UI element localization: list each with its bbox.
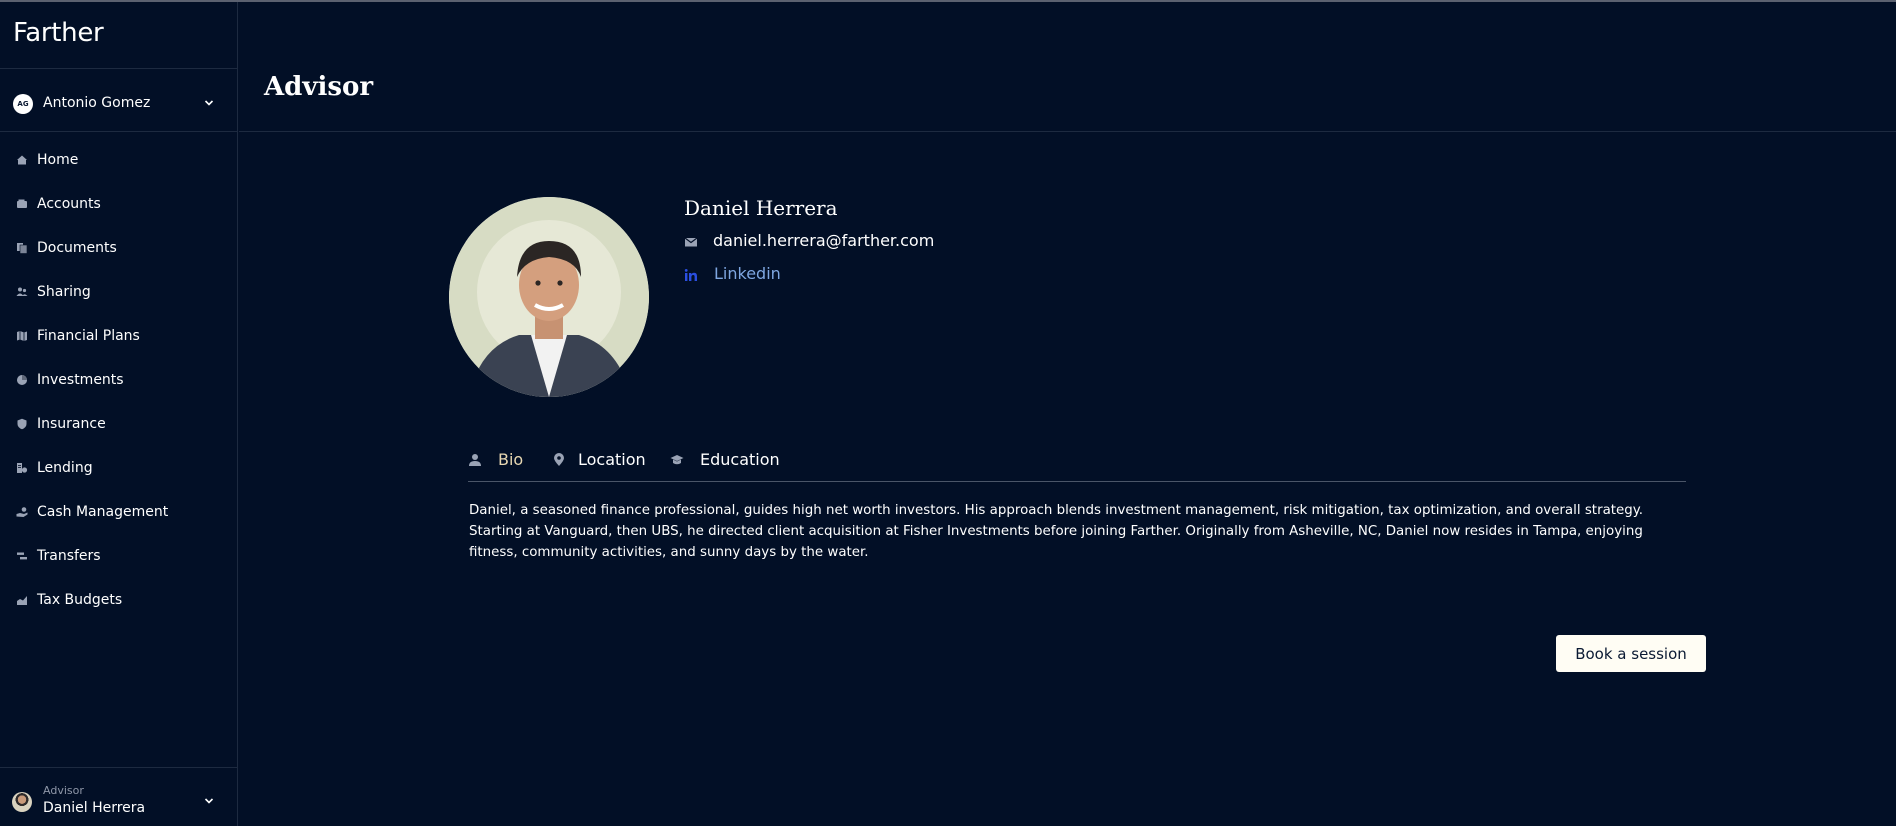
book-session-button[interactable]: Book a session [1556, 635, 1706, 672]
people-icon [16, 287, 28, 296]
sidebar-item-label: Financial Plans [37, 328, 140, 344]
linkedin-link[interactable]: Linkedin [714, 264, 781, 283]
brand-logo[interactable]: Farther [13, 18, 104, 48]
advisor-portrait-image [449, 197, 649, 397]
sidebar: Farther AG Antonio Gomez Home Accounts D… [0, 2, 238, 826]
home-icon [17, 155, 27, 165]
person-icon [469, 454, 481, 466]
sidebar-item-home[interactable]: Home [0, 144, 238, 188]
user-name: Antonio Gomez [43, 95, 151, 111]
user-avatar: AG [13, 94, 33, 114]
sidebar-item-documents[interactable]: Documents [0, 232, 238, 276]
sidebar-item-accounts[interactable]: Accounts [0, 188, 238, 232]
tab-bio-label: Bio [498, 450, 524, 469]
sidebar-item-label: Home [37, 152, 79, 168]
advisor-bio: Daniel, a seasoned finance professional,… [469, 503, 1644, 560]
sidebar-item-label: Investments [37, 372, 124, 388]
graduation-cap-icon [670, 455, 684, 465]
sidebar-nav: Home Accounts Documents Sharing Financia… [0, 144, 238, 628]
hand-cash-icon [16, 507, 28, 517]
sidebar-divider [0, 131, 238, 132]
tab-education[interactable]: Education [670, 450, 790, 478]
header-divider [239, 131, 1896, 132]
sidebar-item-label: Sharing [37, 284, 91, 300]
sidebar-item-transfers[interactable]: Transfers [0, 540, 238, 584]
sidebar-item-investments[interactable]: Investments [0, 364, 238, 408]
advisor-email[interactable]: daniel.herrera@farther.com [713, 231, 934, 250]
sidebar-divider [0, 767, 238, 768]
sidebar-item-label: Documents [37, 240, 117, 256]
sidebar-item-label: Accounts [37, 196, 101, 212]
sidebar-item-label: Lending [37, 460, 93, 476]
advisor-switcher[interactable]: Advisor Daniel Herrera [0, 780, 238, 824]
advisor-avatar [12, 792, 32, 812]
map-icon [17, 331, 27, 341]
sidebar-item-tax-budgets[interactable]: Tax Budgets [0, 584, 238, 628]
tabs-divider [468, 481, 1686, 482]
user-switcher[interactable]: AG Antonio Gomez [0, 88, 238, 118]
tab-location[interactable]: Location [552, 450, 652, 478]
documents-icon [17, 243, 28, 254]
sidebar-item-insurance[interactable]: Insurance [0, 408, 238, 452]
advisor-name: Daniel Herrera [684, 196, 838, 220]
tab-location-label: Location [578, 450, 646, 469]
mail-icon [684, 237, 698, 247]
pie-icon [17, 375, 27, 385]
chevron-down-icon[interactable] [204, 98, 214, 108]
advisor-role-label: Advisor [43, 784, 84, 797]
window-top-border [0, 0, 1896, 2]
transfer-icon [17, 552, 27, 560]
wallet-icon [17, 199, 27, 208]
chart-icon [17, 596, 27, 605]
chevron-down-icon[interactable] [204, 796, 214, 806]
sidebar-item-lending[interactable]: Lending [0, 452, 238, 496]
sidebar-item-financial-plans[interactable]: Financial Plans [0, 320, 238, 364]
sidebar-divider [0, 68, 238, 69]
location-pin-icon [554, 453, 564, 466]
advisor-name-label: Daniel Herrera [43, 800, 146, 816]
sidebar-item-label: Transfers [37, 548, 101, 564]
sidebar-item-label: Tax Budgets [37, 592, 123, 608]
sidebar-item-cash-management[interactable]: Cash Management [0, 496, 238, 540]
tab-education-label: Education [700, 450, 780, 469]
shield-icon [17, 418, 27, 430]
sidebar-item-sharing[interactable]: Sharing [0, 276, 238, 320]
page-title: Advisor [264, 72, 374, 102]
linkedin-icon [684, 269, 697, 281]
advisor-photo [449, 197, 649, 397]
tab-bio[interactable]: Bio [468, 450, 528, 478]
lending-icon [17, 463, 28, 473]
advisor-tabs: Bio Location Education [468, 450, 1686, 482]
sidebar-item-label: Insurance [37, 416, 106, 432]
sidebar-item-label: Cash Management [37, 504, 169, 520]
